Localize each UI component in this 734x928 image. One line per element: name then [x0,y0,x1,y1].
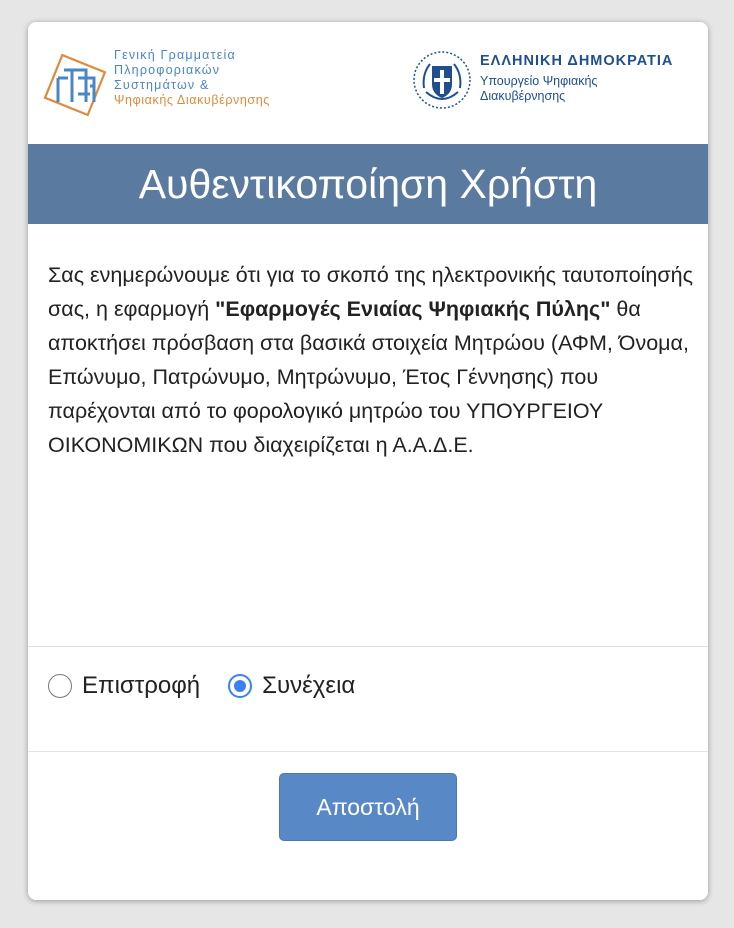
gsis-logo-text: Γενική Γραμματεία Πληροφοριακών Συστημάτ… [114,48,270,108]
back-label[interactable]: Επιστροφή [82,672,200,700]
option-back[interactable]: Επιστροφή [48,672,200,700]
submit-button[interactable]: Αποστολή [279,773,457,841]
back-radio[interactable] [48,674,72,698]
page-title: Αυθεντικοποίηση Χρήστη [28,144,708,224]
gsis-logo-icon [43,53,107,117]
app-name: "Εφαρμογές Ενιαίας Ψηφιακής Πύλης" [215,297,611,321]
gov-logo: ΕΛΛΗΝΙΚΗ ΔΗΜΟΚΡΑΤΙΑ Υπουργείο Ψηφιακής Δ… [406,46,696,116]
gsis-logo: Γενική Γραμματεία Πληροφοριακών Συστημάτ… [38,44,278,124]
gov-sub-line-1: Υπουργείο Ψηφιακής [480,74,598,88]
option-continue[interactable]: Συνέχεια [228,672,355,700]
gov-sub-line-2: Διακυβέρνησης [480,89,566,103]
gov-subtitle: Υπουργείο Ψηφιακής Διακυβέρνησης [480,74,673,104]
gsis-line-3: Συστημάτων & [114,78,210,92]
gov-title: ΕΛΛΗΝΙΚΗ ΔΗΜΟΚΡΑΤΙΑ [480,53,674,69]
gsis-line-1: Γενική Γραμματεία [114,48,236,62]
message-part-2: θα αποκτήσει πρόσβαση στα βασικά στοιχεί… [48,297,689,457]
gsis-line-2: Πληροφοριακών [114,63,221,77]
auth-card: Γενική Γραμματεία Πληροφοριακών Συστημάτ… [28,22,708,900]
gov-logo-text: ΕΛΛΗΝΙΚΗ ΔΗΜΟΚΡΑΤΙΑ Υπουργείο Ψηφιακής Δ… [480,52,673,104]
gsis-line-4: Ψηφιακής Διακυβέρνησης [114,93,270,107]
choice-group: Επιστροφή Συνέχεια [48,666,383,706]
divider-bottom [28,751,708,752]
greek-coat-of-arms-icon [413,51,471,109]
consent-message: Σας ενημερώνουμε ότι για το σκοπό της ηλ… [48,258,693,462]
continue-radio[interactable] [228,674,253,698]
continue-label[interactable]: Συνέχεια [262,672,355,700]
header: Γενική Γραμματεία Πληροφοριακών Συστημάτ… [28,22,708,144]
divider-top [28,646,708,647]
